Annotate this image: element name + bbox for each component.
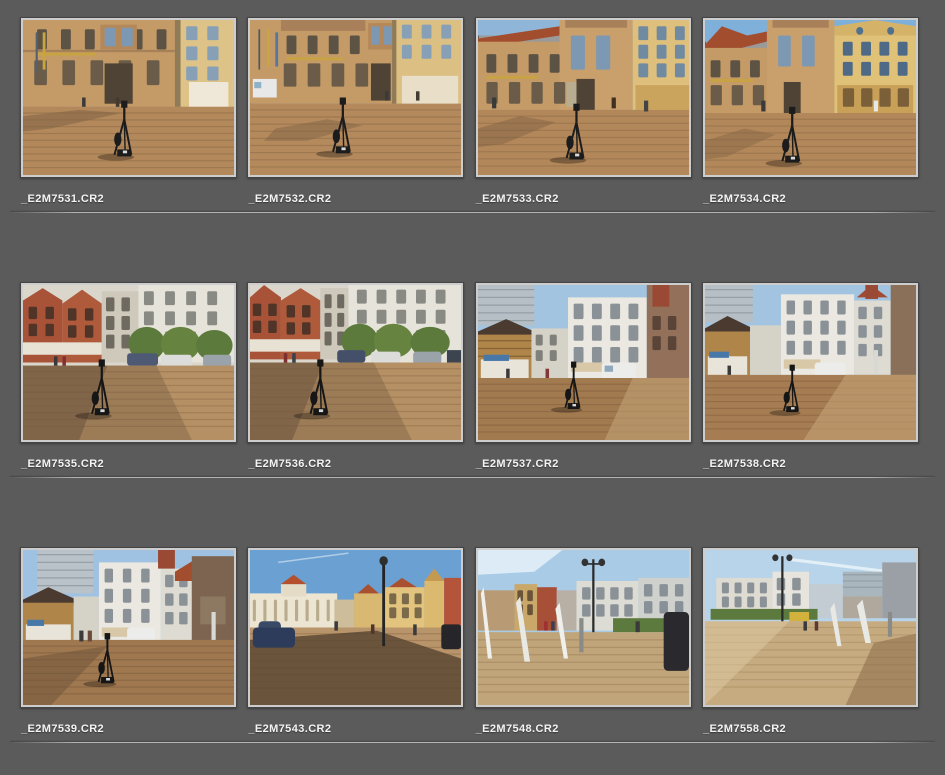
filename-label[interactable]: _E2M7534.CR2 — [703, 193, 919, 205]
photo-thumbnail-cell[interactable]: _E2M7531.CR2 — [20, 17, 237, 205]
thumbnail-image — [478, 550, 689, 705]
thumbnail-image — [250, 550, 461, 705]
thumbnail-image — [23, 285, 234, 440]
photo-thumbnail-cell[interactable]: _E2M7558.CR2 — [702, 547, 919, 735]
photo-thumbnail-cell[interactable]: _E2M7534.CR2 — [702, 17, 919, 205]
thumbnail-frame[interactable] — [247, 17, 464, 178]
thumbnail-frame[interactable] — [247, 282, 464, 443]
thumbnail-image — [705, 285, 916, 440]
row-separator — [10, 212, 935, 213]
filename-label[interactable]: _E2M7536.CR2 — [248, 458, 464, 470]
thumbnail-frame[interactable] — [702, 17, 919, 178]
row-separator — [10, 477, 935, 478]
photo-thumbnail-cell[interactable]: _E2M7532.CR2 — [247, 17, 464, 205]
thumbnail-frame[interactable] — [702, 282, 919, 443]
thumbnail-image — [478, 285, 689, 440]
photo-thumbnail-cell[interactable]: _E2M7536.CR2 — [247, 282, 464, 470]
photo-thumbnail-cell[interactable]: _E2M7535.CR2 — [20, 282, 237, 470]
filename-label[interactable]: _E2M7538.CR2 — [703, 458, 919, 470]
thumbnail-frame[interactable] — [475, 17, 692, 178]
thumbnail-image — [23, 20, 234, 175]
thumbnail-row: _E2M7531.CR2 _E2M7532.CR2 _E2M7533.CR2 _E2M… — [20, 17, 919, 205]
thumbnail-frame[interactable] — [475, 547, 692, 708]
filename-label[interactable]: _E2M7558.CR2 — [703, 723, 919, 735]
thumbnail-image — [705, 550, 916, 705]
thumbnail-image — [250, 20, 461, 175]
photo-thumbnail-cell[interactable]: _E2M7533.CR2 — [475, 17, 692, 205]
filename-label[interactable]: _E2M7533.CR2 — [476, 193, 692, 205]
thumbnail-frame[interactable] — [247, 547, 464, 708]
filename-label[interactable]: _E2M7535.CR2 — [21, 458, 237, 470]
photo-thumbnail-cell[interactable]: _E2M7538.CR2 — [702, 282, 919, 470]
filename-label[interactable]: _E2M7532.CR2 — [248, 193, 464, 205]
thumbnail-frame[interactable] — [20, 282, 237, 443]
photo-thumbnail-cell[interactable]: _E2M7537.CR2 — [475, 282, 692, 470]
thumbnail-row: _E2M7535.CR2 _E2M7536.CR2 _E2M7537.CR2 _E2M… — [20, 282, 919, 470]
thumbnail-image — [478, 20, 689, 175]
photo-thumbnail-cell[interactable]: _E2M7543.CR2 — [247, 547, 464, 735]
filename-label[interactable]: _E2M7531.CR2 — [21, 193, 237, 205]
photo-thumbnail-cell[interactable]: _E2M7548.CR2 — [475, 547, 692, 735]
filename-label[interactable]: _E2M7539.CR2 — [21, 723, 237, 735]
thumbnail-frame[interactable] — [20, 547, 237, 708]
filename-label[interactable]: _E2M7543.CR2 — [248, 723, 464, 735]
photo-thumbnail-cell[interactable]: _E2M7539.CR2 — [20, 547, 237, 735]
row-separator — [10, 742, 935, 743]
thumbnail-image — [250, 285, 461, 440]
filename-label[interactable]: _E2M7548.CR2 — [476, 723, 692, 735]
thumbnail-frame[interactable] — [475, 282, 692, 443]
thumbnail-image — [705, 20, 916, 175]
thumbnail-image — [23, 550, 234, 705]
thumbnail-row: _E2M7539.CR2 _E2M7543.CR2 _E2M7548.CR2 _E2M… — [20, 547, 919, 735]
thumbnail-frame[interactable] — [20, 17, 237, 178]
thumbnail-frame[interactable] — [702, 547, 919, 708]
filename-label[interactable]: _E2M7537.CR2 — [476, 458, 692, 470]
